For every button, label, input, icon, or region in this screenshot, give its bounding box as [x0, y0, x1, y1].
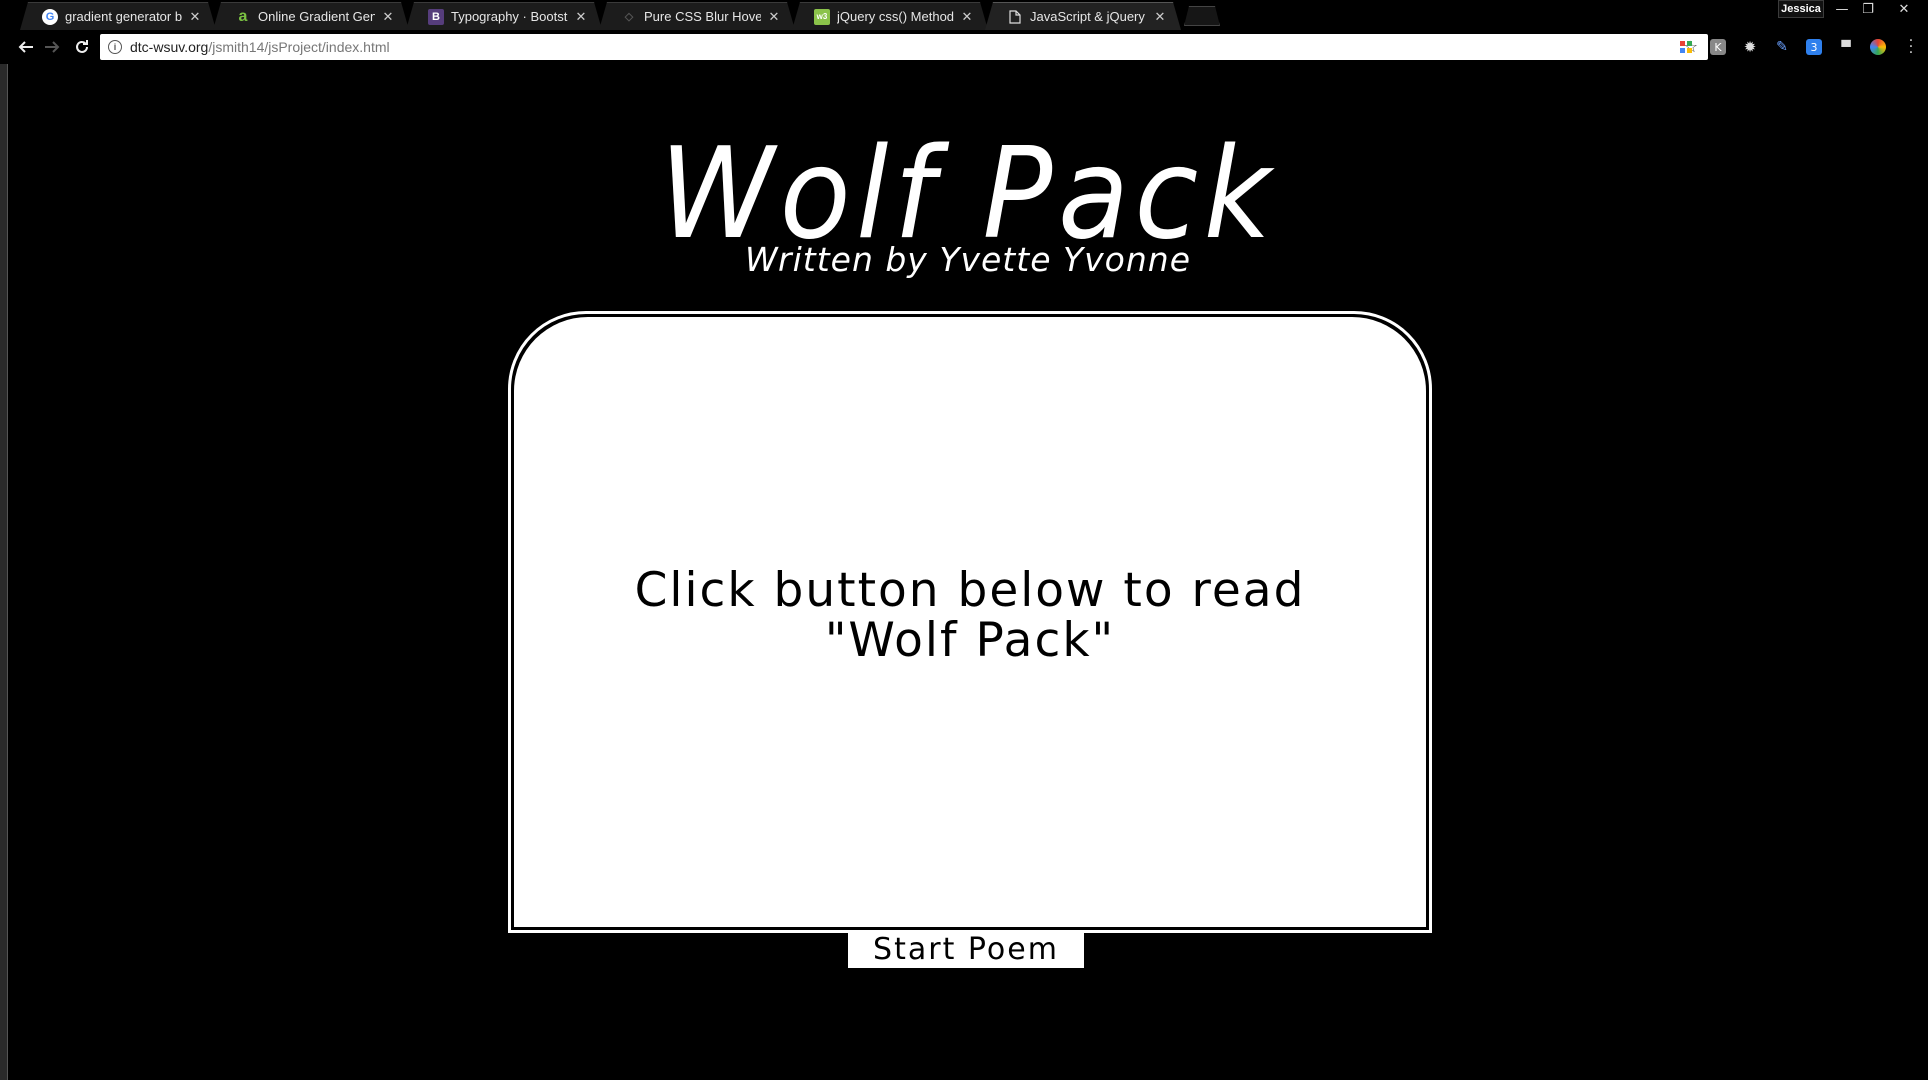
start-poem-button[interactable]: Start Poem [848, 930, 1084, 968]
forward-arrow-icon[interactable] [40, 35, 64, 59]
restore-icon[interactable]: ❐ [1856, 0, 1880, 18]
tab-5[interactable]: JavaScript & jQuery | Inte ✕ [985, 2, 1181, 30]
w3schools-icon: w3 [814, 9, 830, 25]
tab-strip: G gradient generator back ✕ a Online Gra… [0, 0, 1928, 30]
tab-title: Online Gradient Generat [258, 9, 375, 24]
close-window-icon[interactable]: ✕ [1884, 0, 1924, 18]
close-icon[interactable]: ✕ [381, 9, 395, 25]
poem-card-inner: Click button below to read "Wolf Pack" [514, 317, 1426, 927]
close-icon[interactable]: ✕ [1153, 9, 1167, 25]
close-icon[interactable]: ✕ [188, 9, 202, 25]
extension-icon[interactable] [1678, 39, 1694, 55]
page-subtitle: Written by Yvette Yvonne [744, 240, 1191, 279]
url-path: /jsmith14/jsProject/index.html [208, 39, 390, 55]
color-wheel-icon[interactable] [1870, 39, 1886, 55]
info-icon[interactable]: i [108, 40, 122, 54]
a-icon: a [238, 7, 248, 25]
tab-3[interactable]: ◇ Pure CSS Blur Hover Effe ✕ [599, 2, 795, 30]
tab-title: jQuery css() Method [837, 9, 954, 24]
reload-icon[interactable] [70, 35, 94, 59]
close-icon[interactable]: ✕ [574, 9, 588, 25]
poem-prompt-line: Click button below to read [634, 563, 1306, 618]
browser-toolbar: i dtc-wsuv.org/jsmith14/jsProject/index.… [0, 30, 1928, 64]
page-icon [1007, 9, 1023, 25]
url-host: dtc-wsuv.org [130, 39, 209, 55]
page: Wolf Pack Written by Yvette Yvonne Click… [8, 64, 1928, 1080]
tab-0[interactable]: G gradient generator back ✕ [20, 2, 216, 30]
google-icon: G [42, 9, 58, 25]
tab-1[interactable]: a Online Gradient Generat ✕ [213, 2, 409, 30]
tab-title: gradient generator back [65, 9, 182, 24]
close-icon[interactable]: ✕ [960, 9, 974, 25]
url-text: dtc-wsuv.org/jsmith14/jsProject/index.ht… [130, 39, 390, 55]
eyedropper-icon[interactable]: ✎ [1774, 39, 1790, 55]
menu-icon[interactable]: · · · [1906, 34, 1916, 60]
minimize-icon[interactable]: — [1830, 0, 1854, 18]
close-icon[interactable]: ✕ [767, 9, 781, 25]
address-bar[interactable]: i dtc-wsuv.org/jsmith14/jsProject/index.… [100, 34, 1708, 60]
left-edge [0, 64, 8, 1080]
tab-4[interactable]: w3 jQuery css() Method ✕ [792, 2, 988, 30]
poem-prompt: Click button below to read "Wolf Pack" [635, 566, 1306, 666]
poem-card: Click button below to read "Wolf Pack" [508, 311, 1432, 933]
profile-button[interactable]: Jessica [1778, 0, 1824, 18]
tab-title: Pure CSS Blur Hover Effe [644, 9, 761, 24]
tab-title: Typography · Bootstrap [451, 9, 568, 24]
gear-icon[interactable]: ✹ [1742, 38, 1758, 56]
new-tab-button[interactable] [1184, 6, 1220, 26]
back-arrow-icon[interactable] [14, 35, 38, 59]
css3-icon[interactable]: 3 [1806, 39, 1822, 55]
bootstrap-icon: B [428, 9, 444, 25]
tab-title: JavaScript & jQuery | Inte [1030, 9, 1145, 24]
poem-prompt-line: "Wolf Pack" [824, 613, 1116, 668]
codepen-icon: ◇ [624, 11, 634, 23]
tab-2[interactable]: B Typography · Bootstrap ✕ [406, 2, 602, 30]
extension-icon[interactable]: ▀ [1838, 39, 1854, 55]
extension-icon[interactable]: K [1710, 39, 1726, 55]
